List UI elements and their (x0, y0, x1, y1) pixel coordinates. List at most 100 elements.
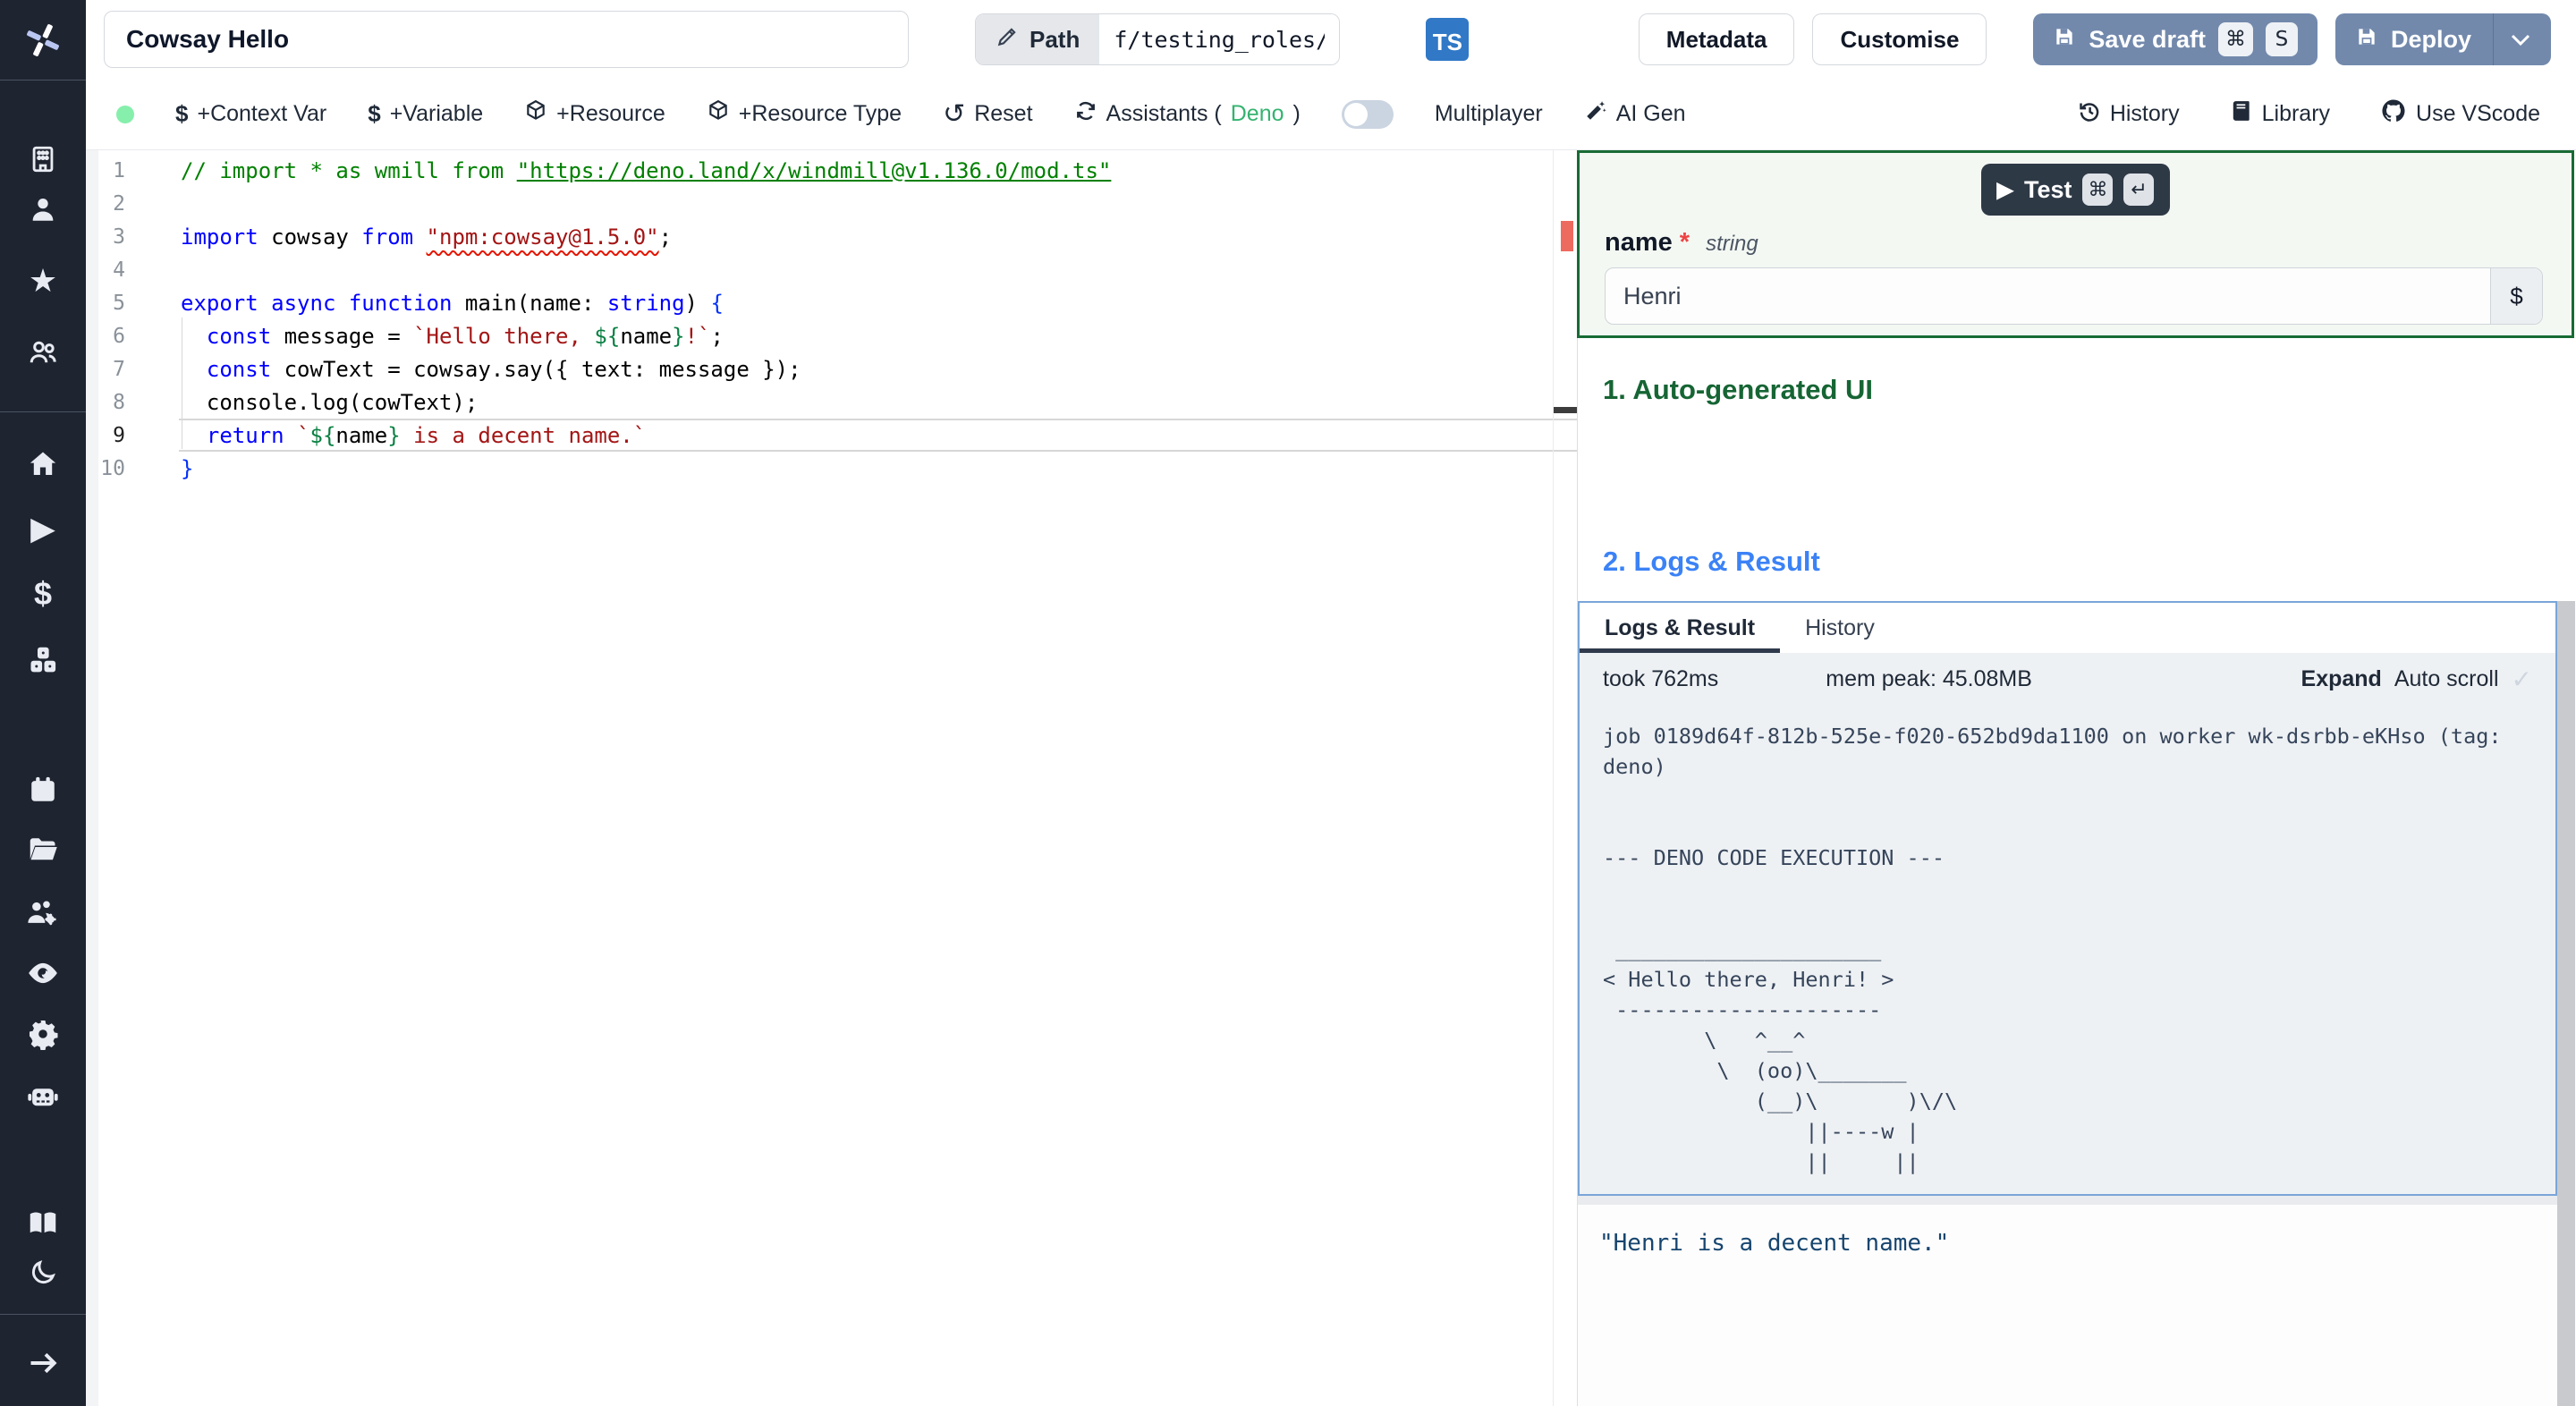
scrollbar[interactable] (2557, 601, 2575, 1406)
chevron-down-icon[interactable] (2510, 26, 2531, 54)
code-line[interactable]: 7 const cowText = cowsay.say({ text: mes… (86, 352, 1577, 385)
code-lines: 1// import * as wmill from "https://deno… (86, 154, 1577, 485)
book-icon (2230, 99, 2253, 129)
folder-icon[interactable] (0, 825, 86, 875)
book-icon[interactable] (0, 1198, 86, 1248)
dollar-icon[interactable]: $ (0, 569, 86, 619)
cube-icon (707, 99, 730, 129)
run-duration: took 762ms (1603, 665, 1719, 691)
name-field-wrap: $ (1605, 267, 2543, 325)
ai-gen-button[interactable]: AI Gen (1584, 99, 1686, 129)
script-title-input[interactable] (104, 11, 909, 68)
star-icon[interactable]: ★ (0, 256, 86, 306)
auto-scroll-label[interactable]: Auto scroll (2394, 666, 2499, 692)
insert-var-button[interactable]: $ (2490, 268, 2542, 324)
path-group: Path (975, 13, 1341, 65)
home-icon[interactable] (0, 439, 86, 489)
path-label: Path (1030, 25, 1080, 53)
path-button[interactable]: Path (976, 14, 1100, 64)
multiplayer-toggle[interactable] (1341, 99, 1394, 129)
panel-resize-handle[interactable] (1578, 1196, 2557, 1205)
expand-button[interactable]: Expand (2301, 666, 2382, 692)
code-line[interactable]: 2 (86, 187, 1577, 220)
code-line[interactable]: 5 export async function main(name: string… (86, 286, 1577, 319)
dollar-icon: $ (175, 100, 189, 127)
tab-logs-result[interactable]: Logs & Result (1580, 603, 1780, 653)
test-args-panel: ▶ Test ⌘ ↵ name* string $ (1577, 150, 2574, 338)
logs-tabs: Logs & Result History (1580, 603, 2555, 653)
assistants-lang: Deno (1230, 101, 1284, 126)
reset-button[interactable]: ↺ Reset (943, 98, 1032, 129)
name-field-input[interactable] (1606, 268, 2490, 324)
save-draft-label: Save draft (2089, 25, 2206, 53)
code-line[interactable]: 10} (86, 452, 1577, 485)
wand-icon (1584, 99, 1607, 129)
calendar-icon[interactable] (0, 765, 86, 815)
history-button[interactable]: History (2077, 99, 2180, 130)
editor-toolbar: $ +Context Var $ +Variable +Resource +Reso… (86, 79, 2576, 150)
eye-icon[interactable] (0, 948, 86, 998)
tab-history[interactable]: History (1780, 603, 1900, 653)
save-icon (2053, 25, 2076, 55)
result-output: "Henri is a decent name." (1578, 1205, 2557, 1406)
top-actions: Metadata Customise Save draft ⌘ S Deploy (1638, 13, 2551, 65)
assistants-button[interactable]: Assistants (Deno) (1074, 99, 1301, 129)
customise-button[interactable]: Customise (1812, 13, 1987, 65)
deploy-button[interactable]: Deploy (2334, 13, 2551, 65)
user-settings-icon[interactable] (0, 887, 86, 937)
cubes-icon[interactable] (0, 635, 86, 685)
deploy-label: Deploy (2390, 25, 2471, 53)
s-key-badge: S (2265, 22, 2298, 56)
windmill-app: ★ ▶ $ Cowsay Hello Path f/testing_roles/… (0, 0, 2576, 1406)
mem-peak: mem peak: 45.08MB (1826, 665, 2032, 691)
add-variable-button[interactable]: $ +Variable (368, 100, 483, 128)
status-dot-icon (116, 105, 134, 123)
play-icon[interactable]: ▶ (0, 504, 86, 554)
code-editor[interactable]: 1// import * as wmill from "https://deno… (86, 150, 1577, 1406)
dollar-icon: $ (368, 100, 381, 127)
undo-icon: ↺ (943, 98, 966, 129)
topbar: Path TS Metadata Customise Save draft ⌘ … (86, 0, 2576, 79)
code-line[interactable]: 4 (86, 253, 1577, 286)
right-panel: ▶ Test ⌘ ↵ name* string $ 1. Auto-genera… (1577, 150, 2576, 1406)
history-clock-icon (2077, 99, 2101, 130)
windmill-logo[interactable] (0, 0, 86, 80)
cmd-key-badge: ⌘ (2217, 22, 2253, 56)
typescript-badge: TS (1426, 18, 1470, 61)
moon-icon[interactable] (0, 1248, 86, 1298)
metadata-button[interactable]: Metadata (1638, 13, 1795, 65)
vscode-button[interactable]: Use VScode (2380, 97, 2540, 131)
save-draft-button[interactable]: Save draft ⌘ S (2033, 13, 2318, 65)
section-auto-generated-ui: 1. Auto-generated UI (1603, 374, 1873, 405)
enter-key-badge: ↵ (2123, 174, 2155, 206)
person-icon[interactable] (0, 184, 86, 234)
field-type: string (1706, 232, 1758, 256)
add-context-var-button[interactable]: $ +Context Var (175, 100, 326, 128)
library-button[interactable]: Library (2230, 99, 2330, 129)
robot-icon[interactable] (0, 1071, 86, 1122)
code-line[interactable]: 9 return ` ${name} is a decent name.` (86, 419, 1577, 452)
code-line[interactable]: 6 const message = `Hello there, ${name}!… (86, 319, 1577, 352)
code-line[interactable]: 3 import cowsay from "npm:cowsay@1.5.0"; (86, 220, 1577, 253)
test-button[interactable]: ▶ Test ⌘ ↵ (1980, 164, 2171, 216)
add-resource-button[interactable]: +Resource (524, 99, 665, 129)
arrow-right-icon[interactable] (0, 1338, 86, 1388)
check-icon: ✓ (2511, 665, 2532, 693)
play-icon: ▶ (1996, 177, 2013, 202)
code-line[interactable]: 8 console.log(cowText); (86, 385, 1577, 419)
cmd-key-badge: ⌘ (2082, 174, 2114, 206)
test-label: Test (2023, 175, 2072, 203)
section-logs-result: 2. Logs & Result (1603, 546, 1820, 577)
cube-icon (524, 99, 547, 129)
required-asterisk: * (1679, 228, 1690, 257)
users-icon[interactable] (0, 327, 86, 377)
gear-icon[interactable] (0, 1009, 86, 1059)
path-input[interactable] (1099, 14, 1340, 64)
field-name: name (1605, 228, 1673, 257)
building-icon[interactable] (0, 134, 86, 184)
add-resource-type-button[interactable]: +Resource Type (707, 99, 902, 129)
code-line[interactable]: 1// import * as wmill from "https://deno… (86, 154, 1577, 187)
github-icon (2380, 97, 2407, 131)
error-marker (1561, 221, 1573, 251)
multiplayer-label: Multiplayer (1434, 101, 1543, 126)
